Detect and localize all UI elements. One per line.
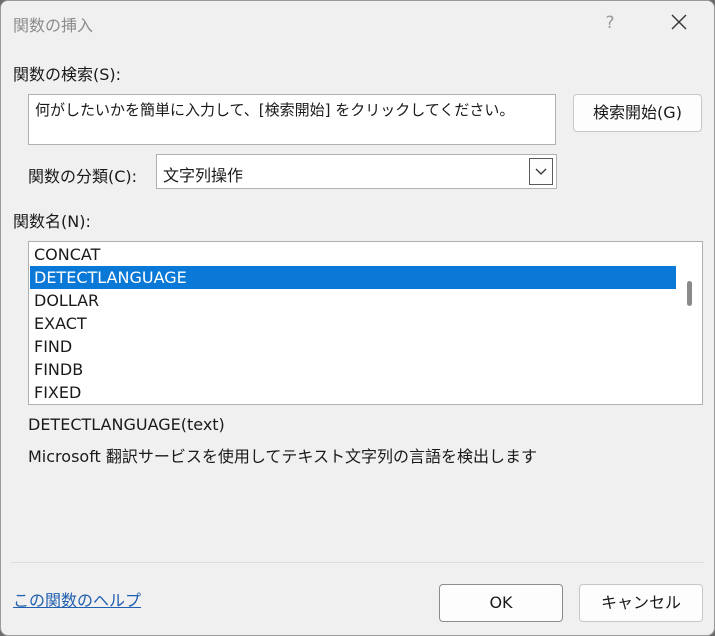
list-item[interactable]: DOLLAR [30,289,676,312]
list-item-selected[interactable]: DETECTLANGUAGE [30,266,676,289]
list-scrollbar[interactable] [677,243,701,403]
function-name-label: 関数名(N): [13,212,91,231]
search-label: 関数の検索(S): [13,65,122,84]
help-button[interactable]: ? [597,9,623,37]
ok-button[interactable]: OK [439,584,563,622]
footer-divider [11,562,704,563]
search-start-button[interactable]: 検索開始(G) [573,94,702,132]
chevron-down-icon [535,168,547,175]
category-selected-value: 文字列操作 [163,166,244,185]
dropdown-button[interactable] [529,158,553,185]
list-item[interactable]: FIXED [30,381,676,404]
search-input[interactable]: 何がしたいかを簡単に入力して、[検索開始] をクリックしてください。 [28,94,556,145]
function-list[interactable]: CONCAT DETECTLANGUAGE DOLLAR EXACT FIND … [28,241,703,405]
list-item[interactable]: FINDB [30,358,676,381]
list-item[interactable]: CONCAT [30,243,676,266]
category-dropdown[interactable]: 文字列操作 [156,154,557,189]
scrollbar-thumb[interactable] [687,281,692,306]
list-item[interactable]: FIND [30,335,676,358]
category-label: 関数の分類(C): [28,167,138,186]
cancel-button[interactable]: キャンセル [579,584,703,622]
function-signature: DETECTLANGUAGE(text) [28,415,225,434]
insert-function-dialog: 関数の挿入 ? 関数の検索(S): 何がしたいかを簡単に入力して、[検索開始] … [0,0,715,636]
function-help-link[interactable]: この関数のヘルプ [13,587,141,611]
function-description: Microsoft 翻訳サービスを使用してテキスト文字列の言語を検出します [28,447,537,466]
close-button[interactable] [661,7,697,39]
dialog-title: 関数の挿入 [13,16,94,35]
list-item[interactable]: EXACT [30,312,676,335]
title-bar: 関数の挿入 ? [1,1,714,45]
close-icon [671,14,687,30]
